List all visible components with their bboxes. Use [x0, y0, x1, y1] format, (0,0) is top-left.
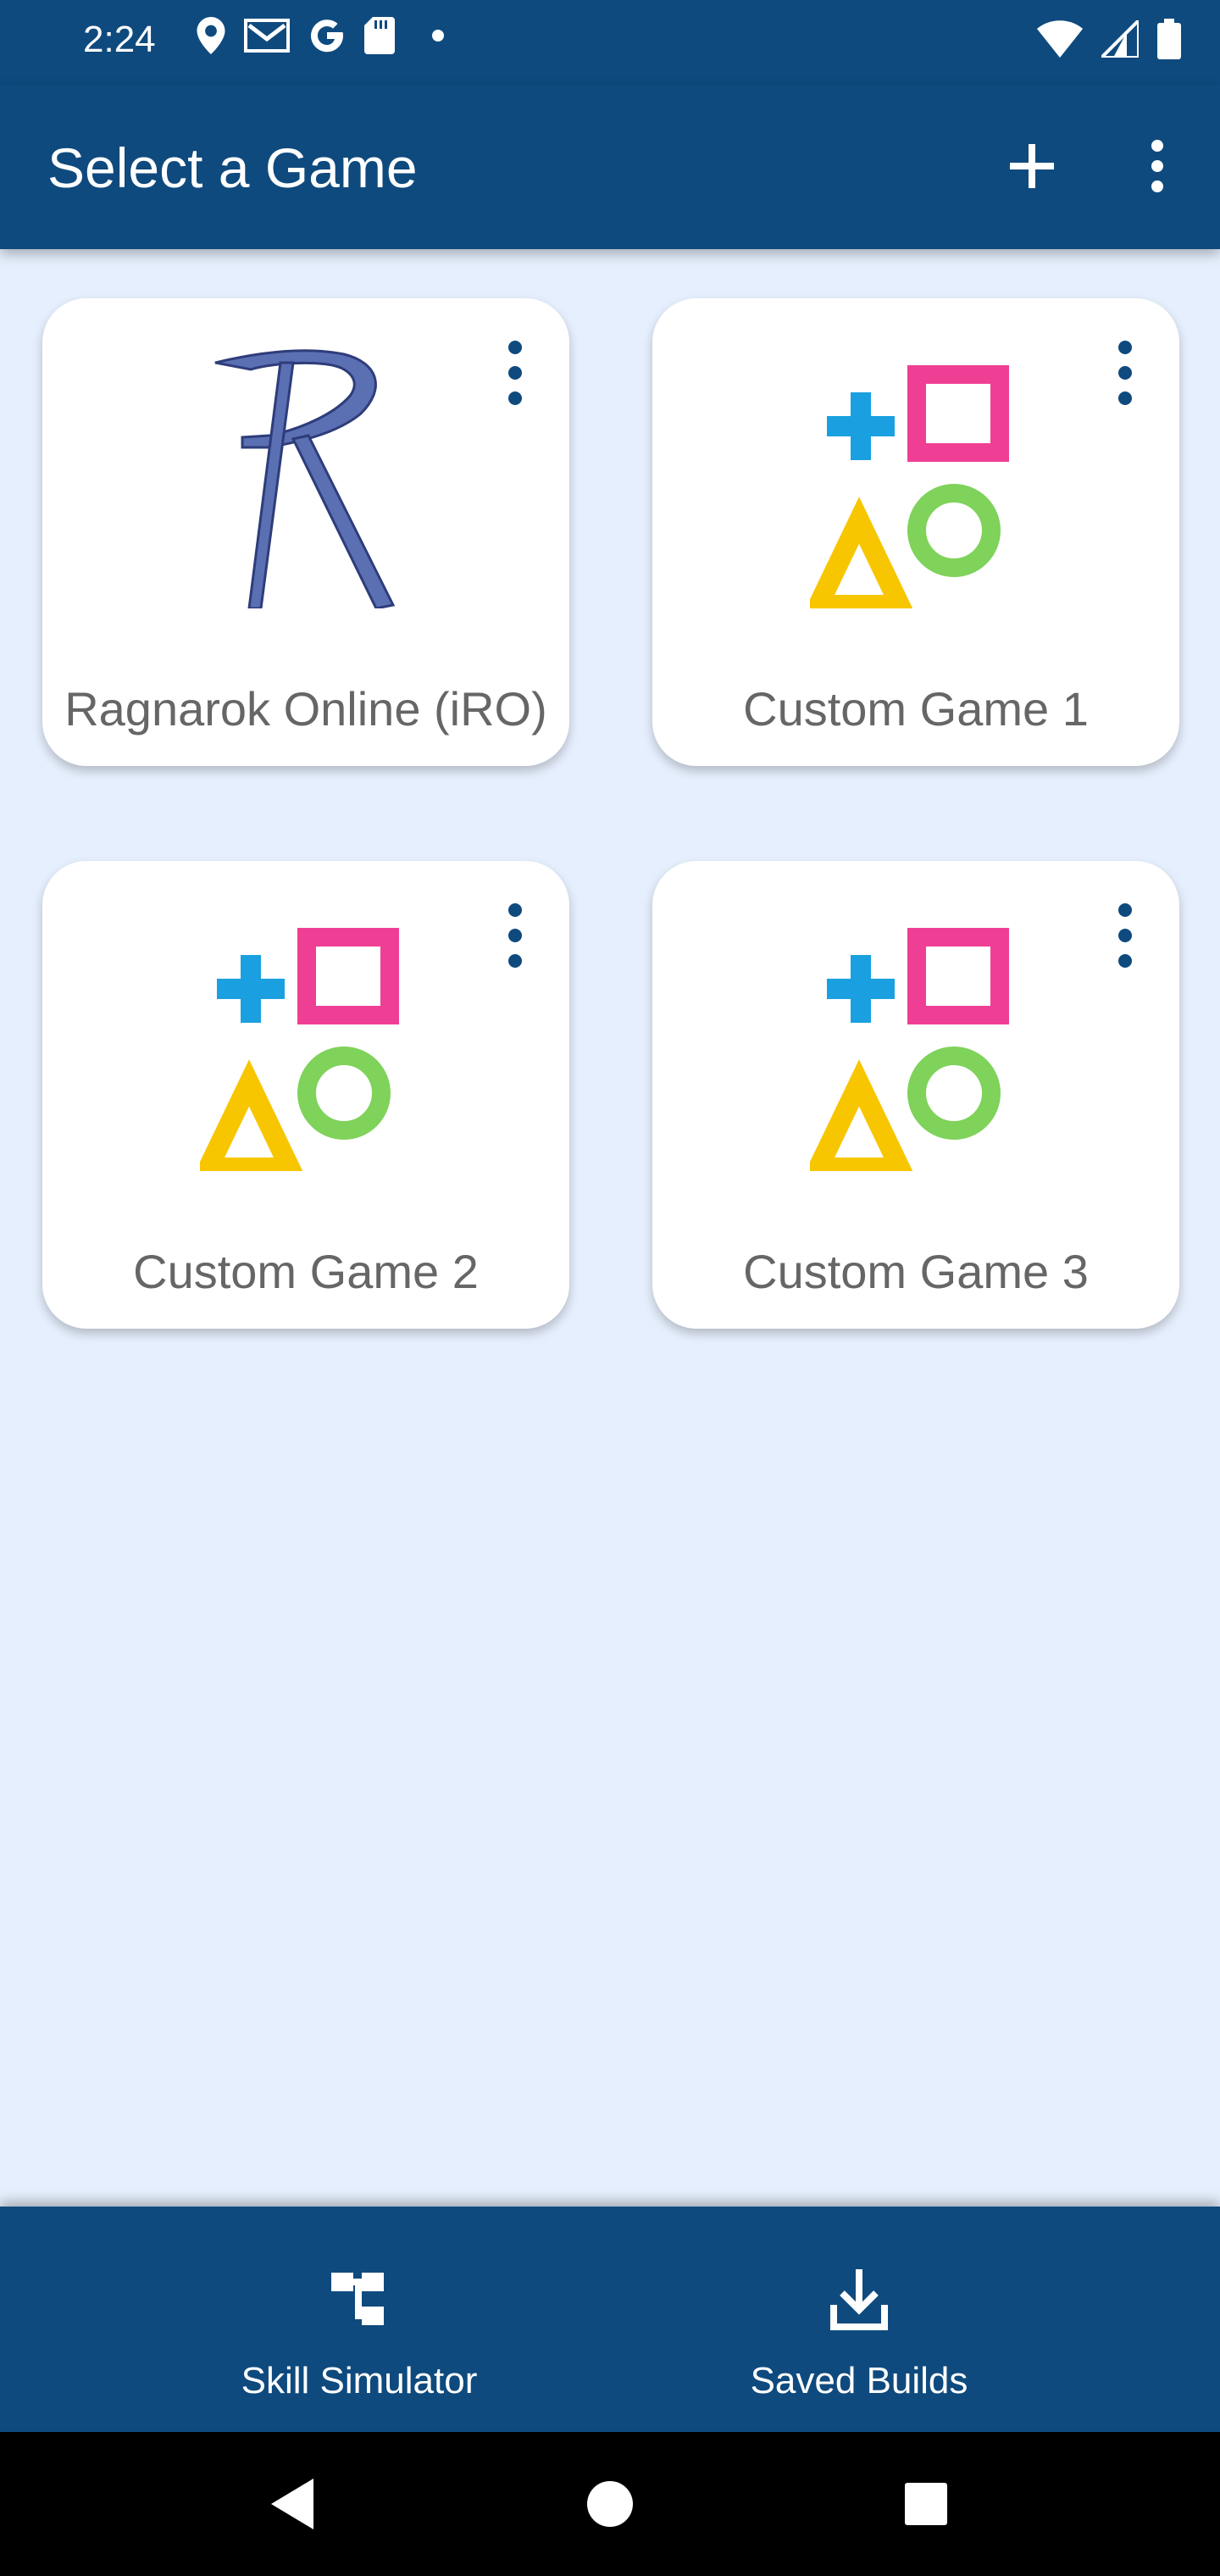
shapes-logo-icon — [200, 928, 399, 1171]
game-card-custom-2[interactable]: Custom Game 2 — [42, 861, 569, 1329]
add-game-button[interactable] — [1001, 136, 1062, 197]
shapes-logo-icon — [810, 365, 1009, 608]
nav-label: Saved Builds — [750, 2360, 968, 2401]
location-icon — [197, 17, 225, 54]
overflow-menu-button[interactable] — [1127, 136, 1188, 197]
ragnarok-logo-icon — [214, 349, 396, 608]
home-button[interactable] — [572, 2466, 648, 2542]
recents-square-icon — [905, 2483, 947, 2525]
skill-tree-icon — [331, 2273, 384, 2325]
more-vertical-icon — [1151, 140, 1163, 192]
home-circle-icon — [587, 2481, 633, 2527]
more-vertical-icon — [1118, 903, 1132, 968]
download-icon — [830, 2269, 888, 2330]
shapes-logo-icon — [810, 928, 1009, 1171]
plus-icon — [1010, 144, 1054, 188]
back-button[interactable] — [254, 2466, 330, 2542]
game-card-custom-3[interactable]: Custom Game 3 — [652, 861, 1179, 1329]
game-card-custom-1[interactable]: Custom Game 1 — [652, 298, 1179, 766]
sd-card-icon — [364, 17, 395, 54]
page-title: Select a Game — [47, 136, 418, 199]
game-title: Custom Game 3 — [743, 1245, 1089, 1298]
card-menu-button[interactable] — [1108, 902, 1142, 969]
game-title: Ragnarok Online (iRO) — [64, 682, 547, 736]
signal-icon — [1101, 20, 1139, 58]
back-triangle-icon — [271, 2479, 313, 2529]
nav-saved-builds[interactable]: Saved Builds — [610, 2207, 1220, 2432]
app-bar: Select a Game — [0, 85, 1220, 249]
card-menu-button[interactable] — [1108, 339, 1142, 407]
more-vertical-icon — [1118, 341, 1132, 405]
bottom-navigation: Skill Simulator Saved Builds — [0, 2207, 1220, 2432]
game-title: Custom Game 1 — [743, 682, 1089, 736]
game-card-ragnarok[interactable]: Ragnarok Online (iRO) — [42, 298, 569, 766]
gmail-icon — [244, 19, 290, 53]
game-title: Custom Game 2 — [133, 1245, 479, 1298]
status-bar: 2:24 — [0, 0, 1220, 85]
battery-icon — [1157, 19, 1181, 59]
google-icon — [311, 19, 344, 53]
status-time: 2:24 — [83, 19, 156, 60]
card-menu-button[interactable] — [498, 339, 532, 407]
wifi-icon — [1037, 20, 1083, 58]
system-navigation-bar — [0, 2432, 1220, 2576]
dot-icon — [432, 30, 444, 42]
recents-button[interactable] — [888, 2466, 964, 2542]
card-menu-button[interactable] — [498, 902, 532, 969]
more-vertical-icon — [508, 903, 522, 968]
more-vertical-icon — [508, 341, 522, 405]
